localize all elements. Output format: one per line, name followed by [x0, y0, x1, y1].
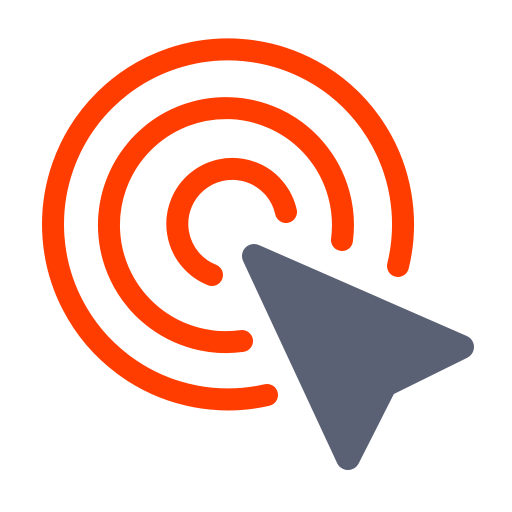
click-target-icon	[0, 0, 512, 512]
cursor-arrow-icon	[242, 244, 474, 470]
click-target-graphic	[42, 38, 474, 470]
